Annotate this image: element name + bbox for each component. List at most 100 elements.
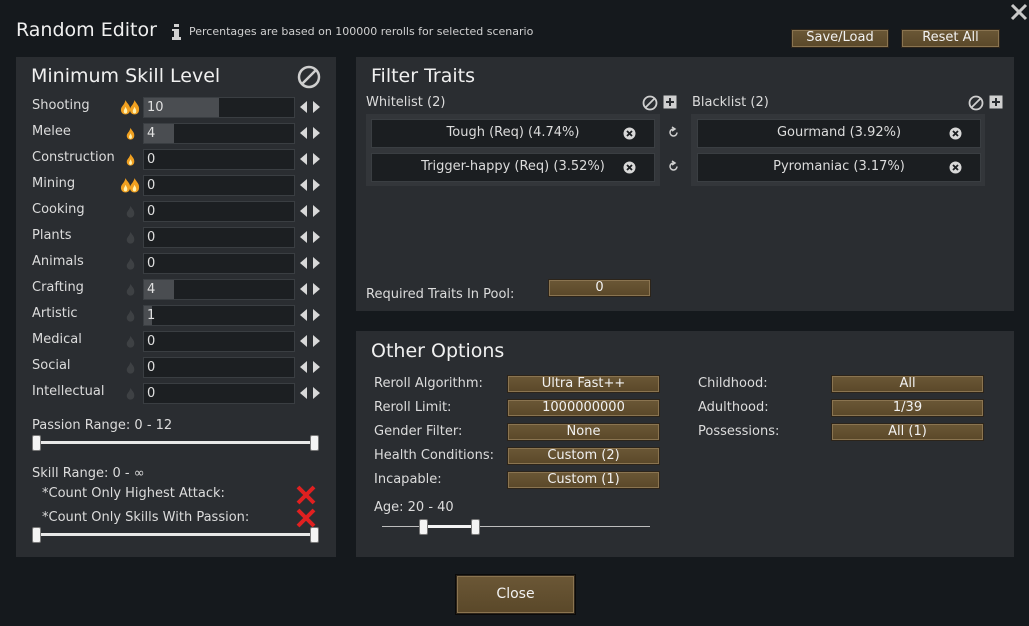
clear-icon[interactable] [297, 65, 321, 89]
increase-arrow-icon[interactable] [313, 127, 320, 139]
childhood-label: Childhood: [698, 376, 768, 391]
count-highest-attack-toggle[interactable] [295, 484, 317, 506]
no-passion-icon[interactable] [118, 201, 142, 221]
save-load-button[interactable]: Save/Load [791, 29, 889, 48]
no-passion-icon[interactable] [118, 305, 142, 325]
whitelist-item[interactable]: Trigger-happy (Req) (3.52%) [371, 153, 655, 182]
passion-range-min-handle[interactable] [32, 435, 41, 451]
no-passion-icon[interactable] [118, 331, 142, 351]
decrease-arrow-icon[interactable] [300, 127, 307, 139]
childhood-button[interactable]: All [831, 375, 984, 393]
increase-arrow-icon[interactable] [313, 231, 320, 243]
skill-name: Animals [32, 254, 84, 269]
minor-passion-icon[interactable] [118, 123, 142, 143]
decrease-arrow-icon[interactable] [300, 335, 307, 347]
increase-arrow-icon[interactable] [313, 257, 320, 269]
decrease-arrow-icon[interactable] [300, 283, 307, 295]
age-max-handle[interactable] [471, 519, 480, 535]
major-passion-icon[interactable] [118, 97, 142, 117]
skill-row-artistic: Artistic 1 [32, 305, 322, 326]
skill-range-max-handle[interactable] [310, 527, 319, 543]
blacklist-add-icon[interactable] [989, 95, 1003, 109]
remove-icon[interactable] [949, 161, 962, 174]
minor-passion-icon[interactable] [118, 149, 142, 169]
adulthood-button[interactable]: 1/39 [831, 399, 984, 417]
increase-arrow-icon[interactable] [313, 179, 320, 191]
reset-all-button[interactable]: Reset All [901, 29, 1000, 48]
skill-level-field[interactable]: 1 [143, 305, 295, 326]
whitelist-clear-icon[interactable] [642, 95, 658, 111]
skill-row-cooking: Cooking 0 [32, 201, 322, 222]
skill-level-value: 4 [147, 282, 156, 297]
count-skills-passion-toggle[interactable] [295, 507, 317, 529]
skill-level-field[interactable]: 0 [143, 175, 295, 196]
increase-arrow-icon[interactable] [313, 309, 320, 321]
skill-level-field[interactable]: 0 [143, 201, 295, 222]
remove-icon[interactable] [623, 127, 636, 140]
remove-icon[interactable] [623, 161, 636, 174]
no-passion-icon[interactable] [118, 227, 142, 247]
remove-icon[interactable] [949, 127, 962, 140]
increase-arrow-icon[interactable] [313, 283, 320, 295]
close-icon[interactable] [1009, 2, 1029, 22]
skill-level-field[interactable]: 0 [143, 253, 295, 274]
age-min-handle[interactable] [419, 519, 428, 535]
blacklist-clear-icon[interactable] [968, 95, 984, 111]
decrease-arrow-icon[interactable] [300, 309, 307, 321]
no-passion-icon[interactable] [118, 253, 142, 273]
no-passion-icon[interactable] [118, 279, 142, 299]
skill-level-field[interactable]: 4 [143, 279, 295, 300]
incapable-button[interactable]: Custom (1) [507, 471, 660, 489]
reroll-algorithm-button[interactable]: Ultra Fast++ [507, 375, 660, 393]
passion-range-track[interactable] [36, 441, 316, 444]
skill-level-field[interactable]: 0 [143, 331, 295, 352]
increase-arrow-icon[interactable] [313, 153, 320, 165]
whitelist-add-icon[interactable] [663, 95, 677, 109]
options-panel: Other Options [356, 331, 1014, 557]
gender-filter-button[interactable]: None [507, 423, 660, 441]
skill-name: Social [32, 358, 71, 373]
skill-range-min-handle[interactable] [32, 527, 41, 543]
skill-level-field[interactable]: 0 [143, 383, 295, 404]
increase-arrow-icon[interactable] [313, 387, 320, 399]
whitelist-item[interactable]: Tough (Req) (4.74%) [371, 119, 655, 148]
increase-arrow-icon[interactable] [313, 205, 320, 217]
skill-level-field[interactable]: 0 [143, 227, 295, 248]
possessions-button[interactable]: All (1) [831, 423, 984, 441]
passion-range-max-handle[interactable] [310, 435, 319, 451]
skill-level-field[interactable]: 0 [143, 149, 295, 170]
skill-level-field[interactable]: 10 [143, 97, 295, 118]
decrease-arrow-icon[interactable] [300, 153, 307, 165]
decrease-arrow-icon[interactable] [300, 101, 307, 113]
decrease-arrow-icon[interactable] [300, 257, 307, 269]
no-passion-icon[interactable] [118, 383, 142, 403]
count-skills-passion-label: *Count Only Skills With Passion: [42, 510, 250, 525]
required-traits-button[interactable]: 0 [548, 279, 651, 297]
decrease-arrow-icon[interactable] [300, 231, 307, 243]
skill-range-track[interactable] [36, 533, 316, 536]
gender-filter-label: Gender Filter: [374, 424, 463, 439]
skill-level-field[interactable]: 0 [143, 357, 295, 378]
reroll-limit-button[interactable]: 1000000000 [507, 399, 660, 417]
increase-arrow-icon[interactable] [313, 361, 320, 373]
swap-icon[interactable] [667, 126, 680, 139]
decrease-arrow-icon[interactable] [300, 179, 307, 191]
trait-label: Trigger-happy (Req) (3.52%) [421, 159, 605, 174]
swap-icon[interactable] [667, 160, 680, 173]
increase-arrow-icon[interactable] [313, 335, 320, 347]
increase-arrow-icon[interactable] [313, 101, 320, 113]
health-conditions-button[interactable]: Custom (2) [507, 447, 660, 465]
blacklist-item[interactable]: Pyromaniac (3.17%) [697, 153, 981, 182]
major-passion-icon[interactable] [118, 175, 142, 195]
trait-label: Pyromaniac (3.17%) [773, 159, 905, 174]
decrease-arrow-icon[interactable] [300, 361, 307, 373]
skill-level-field[interactable]: 4 [143, 123, 295, 144]
decrease-arrow-icon[interactable] [300, 387, 307, 399]
close-button[interactable]: Close [456, 575, 575, 614]
trait-label: Gourmand (3.92%) [776, 125, 902, 140]
decrease-arrow-icon[interactable] [300, 205, 307, 217]
no-passion-icon[interactable] [118, 357, 142, 377]
skill-level-value: 1 [147, 308, 156, 323]
skill-level-value: 4 [147, 126, 156, 141]
blacklist-item[interactable]: Gourmand (3.92%) [697, 119, 981, 148]
